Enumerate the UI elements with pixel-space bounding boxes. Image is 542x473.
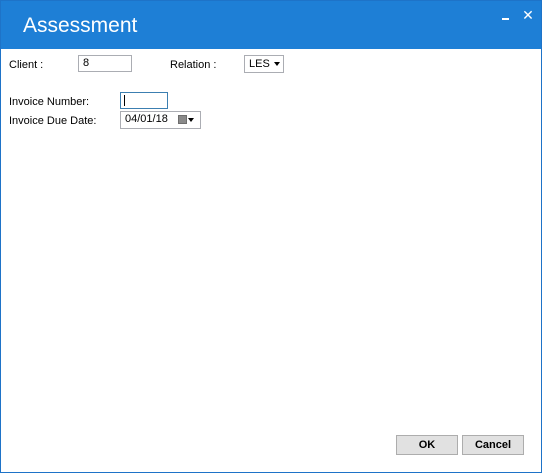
invoice-due-date-label: Invoice Due Date: — [9, 115, 97, 127]
invoice-number-field[interactable] — [120, 92, 168, 109]
invoice-number-label: Invoice Number: — [9, 96, 90, 108]
client-value: 8 — [83, 57, 90, 69]
title-bar[interactable]: Assessment ✕ — [1, 1, 541, 49]
close-button[interactable]: ✕ — [519, 7, 537, 25]
invoice-due-date-value: 04/01/18 — [125, 113, 168, 125]
text-caret — [124, 95, 125, 106]
relation-value: LES — [249, 58, 270, 70]
relation-label: Relation : — [170, 59, 217, 71]
relation-select[interactable]: LES — [244, 55, 284, 73]
close-icon: ✕ — [522, 7, 534, 23]
client-field[interactable]: 8 — [78, 55, 132, 72]
calendar-icon[interactable] — [178, 115, 187, 124]
chevron-down-icon[interactable] — [188, 118, 194, 122]
minimize-icon — [502, 18, 509, 20]
assessment-window: Assessment ✕ Client : 8 Relation : LES I… — [0, 0, 542, 473]
window-title: Assessment — [23, 14, 138, 37]
minimize-button[interactable] — [498, 7, 516, 25]
client-label: Client : — [9, 59, 44, 71]
invoice-due-date-picker[interactable]: 04/01/18 — [120, 111, 201, 129]
cancel-button[interactable]: Cancel — [462, 435, 524, 455]
ok-button[interactable]: OK — [396, 435, 458, 455]
chevron-down-icon — [274, 62, 280, 66]
